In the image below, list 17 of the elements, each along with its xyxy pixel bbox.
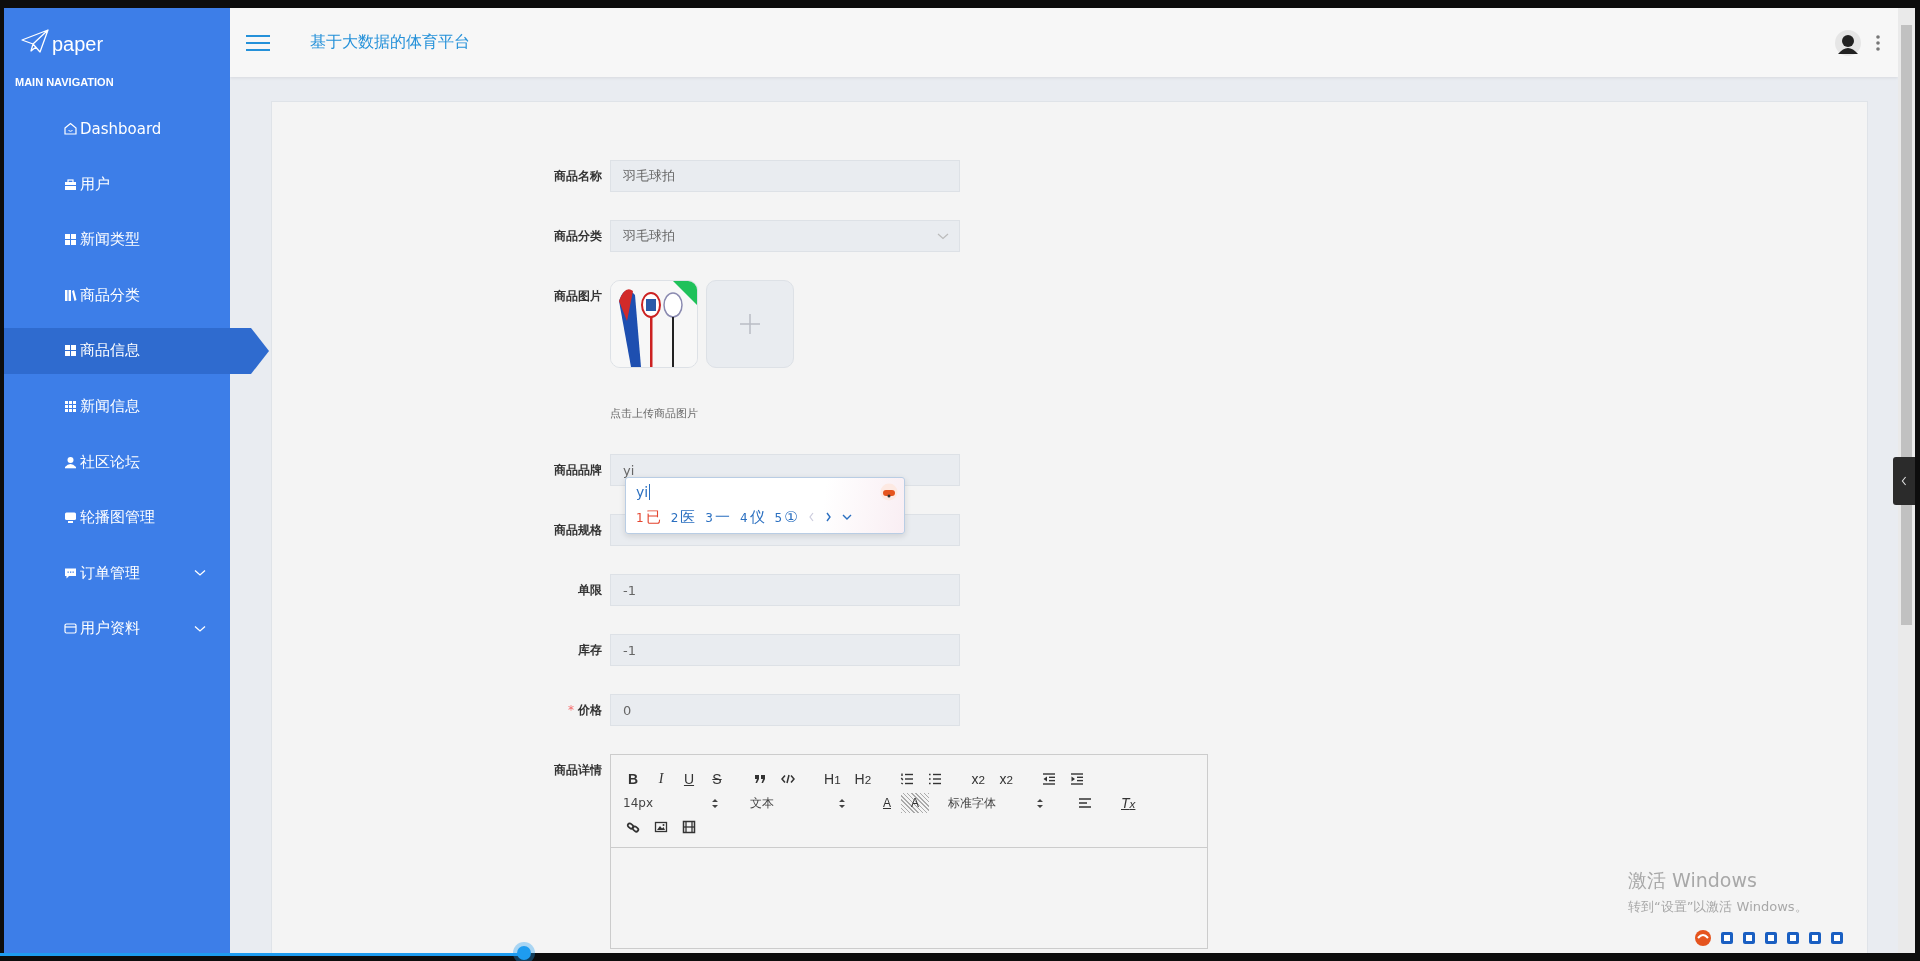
field-label: 价格 xyxy=(578,703,602,717)
field-label: 单限 xyxy=(578,583,602,597)
field-label: 商品品牌 xyxy=(554,463,602,477)
field-label: 商品规格 xyxy=(554,523,602,537)
page-title: 基于大数据的体育平台 xyxy=(310,32,470,53)
upload-hint: 点击上传商品图片 xyxy=(610,406,699,422)
field-label: 商品详情 xyxy=(554,763,602,777)
nav-heading: MAIN NAVIGATION xyxy=(14,75,115,90)
logo-text: paper xyxy=(52,34,104,54)
activation-title: 激活 Windows xyxy=(1628,868,1758,893)
field-label: 库存 xyxy=(578,643,602,657)
field-label: 商品分类 xyxy=(554,229,602,243)
field-label: 商品名称 xyxy=(554,169,602,183)
required-mark: * xyxy=(568,703,574,717)
ime-composition: yi xyxy=(636,484,651,500)
field-label: 商品图片 xyxy=(554,289,602,303)
activation-text: 转到“设置”以激活 Windows。 xyxy=(1628,898,1808,916)
